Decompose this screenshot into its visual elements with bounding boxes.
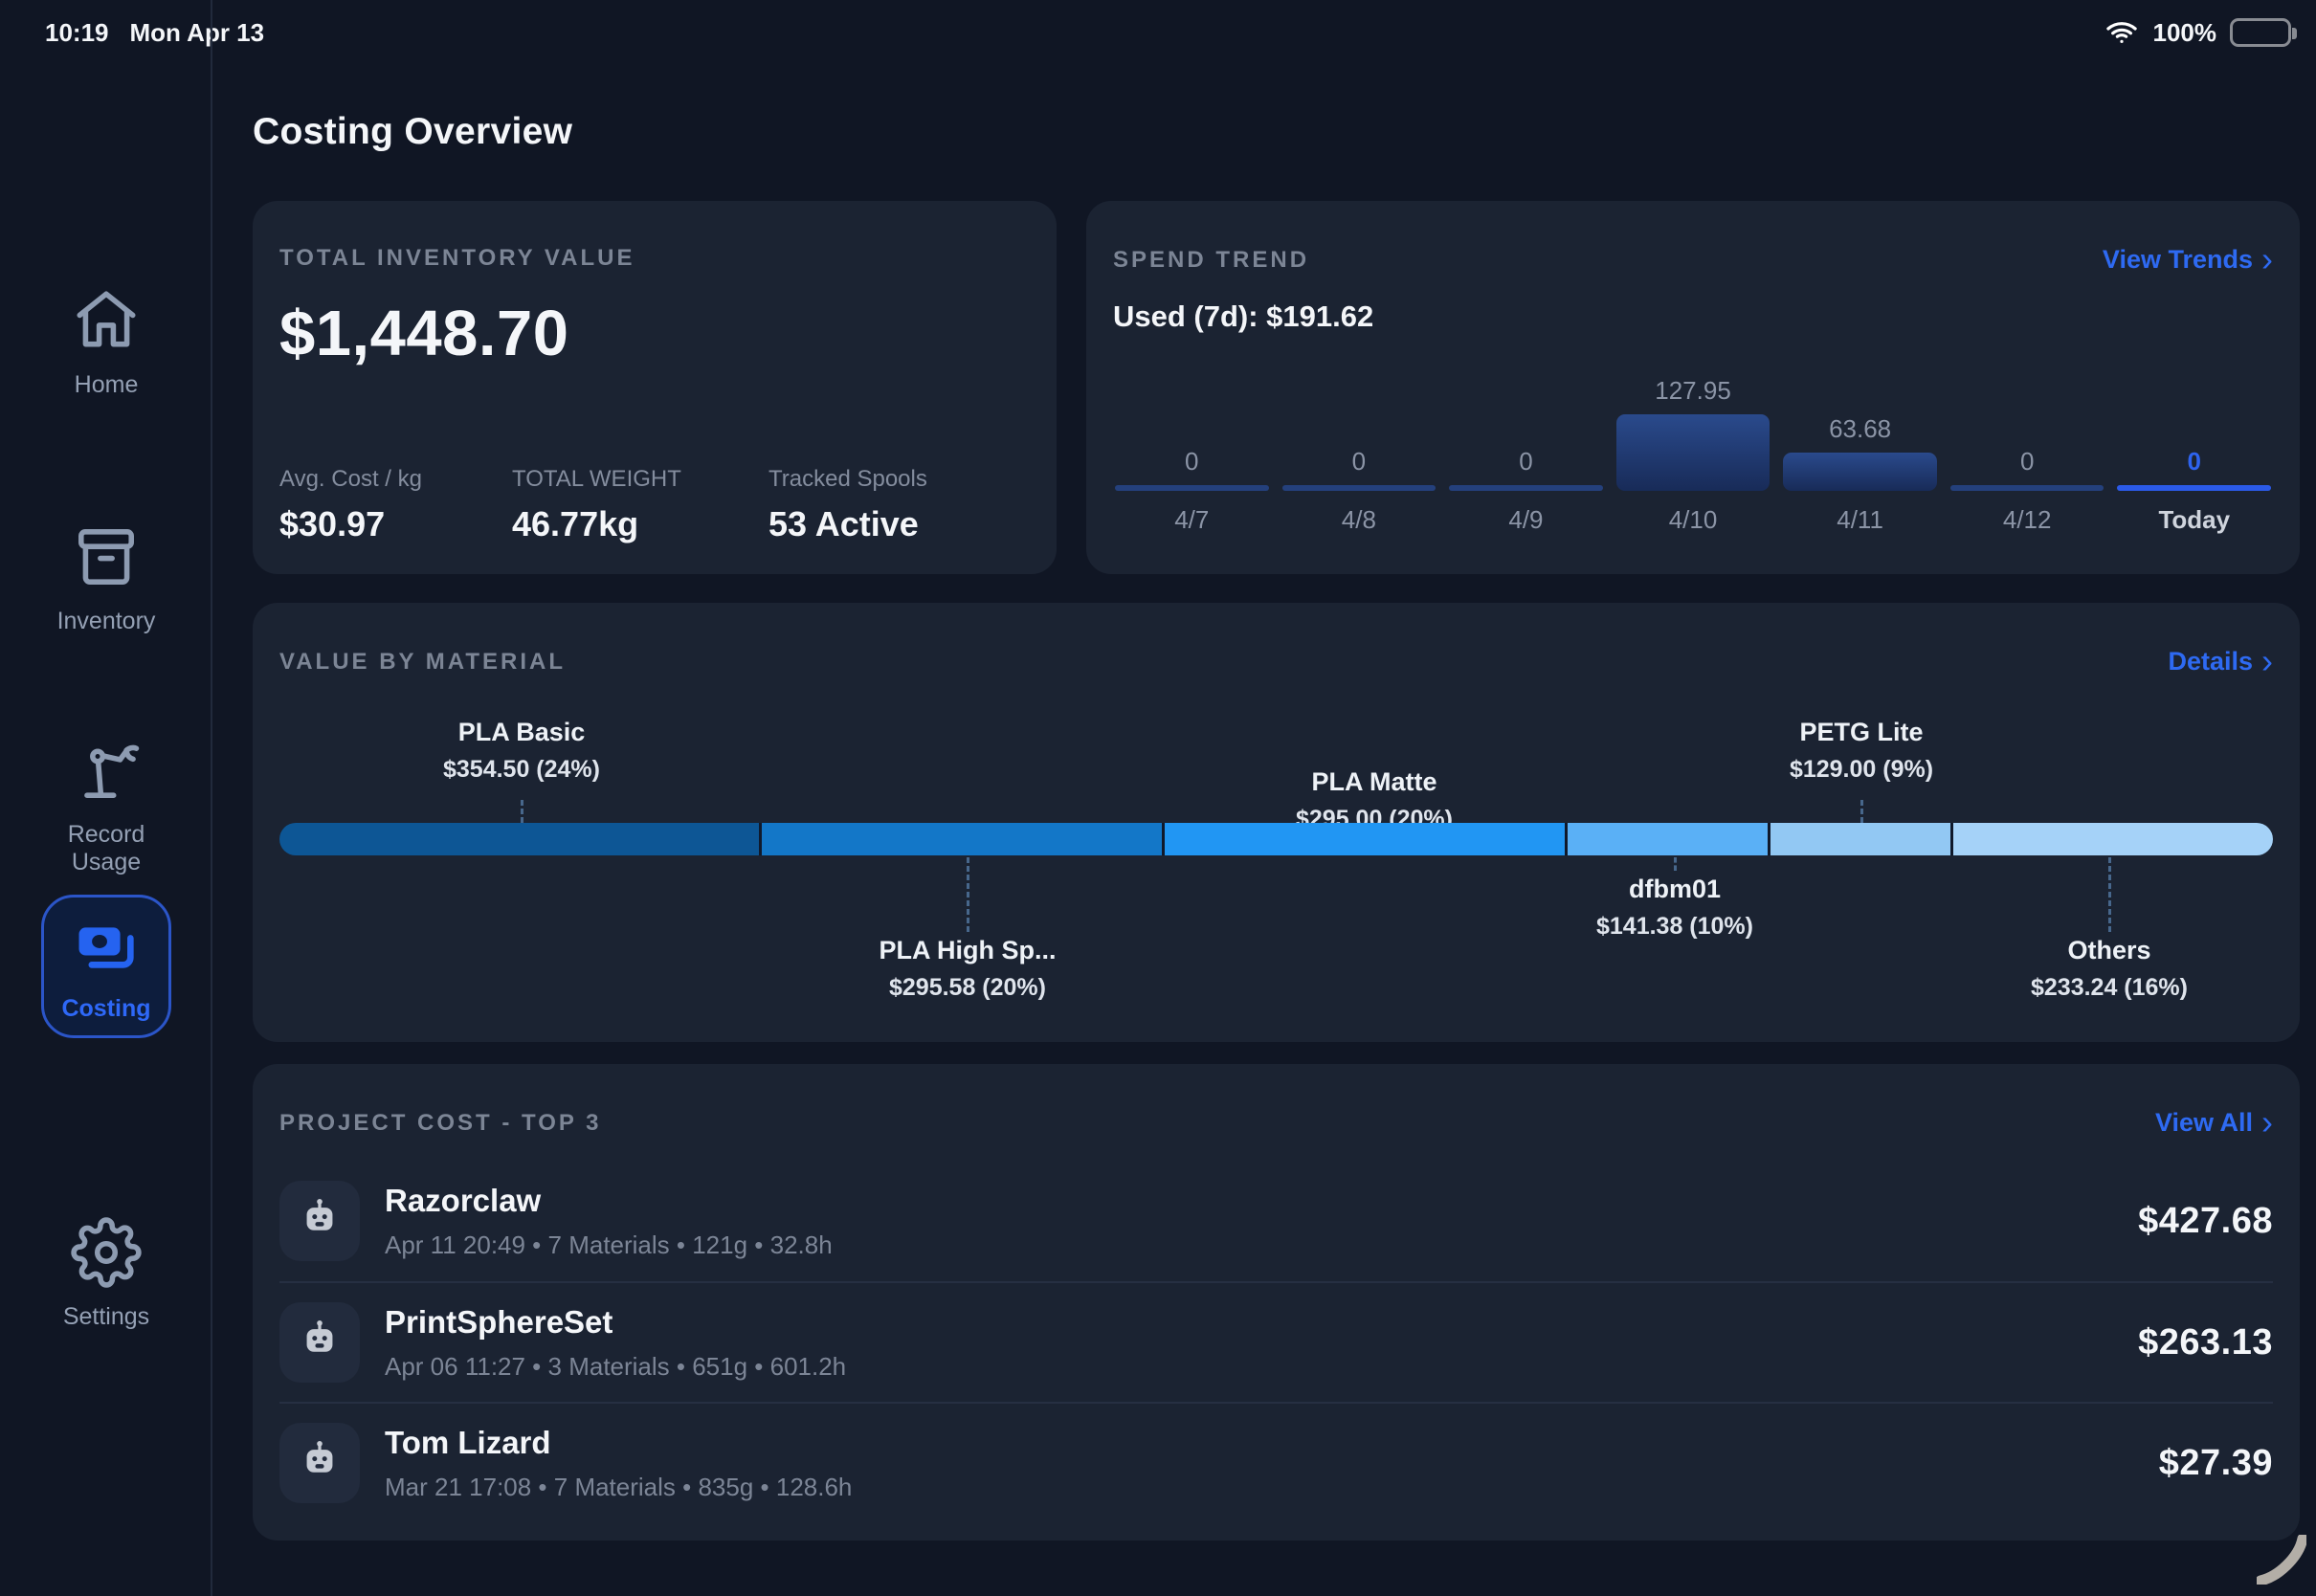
material-label-pla-basic: PLA Basic $354.50 (24%) xyxy=(340,718,703,784)
home-icon xyxy=(71,285,142,356)
gear-icon xyxy=(71,1217,142,1288)
project-amount: $263.13 xyxy=(2138,1322,2273,1363)
sidebar-item-label: Record Usage xyxy=(34,821,178,876)
spend-x-axis: 4/7 4/8 4/9 4/10 4/11 4/12 Today xyxy=(1115,505,2271,535)
sidebar-item-record-usage[interactable]: Record Usage xyxy=(0,735,212,876)
segment-pla-matte[interactable] xyxy=(1165,823,1568,855)
spend-bar-chart: 0 0 0 127.95 63.68 0 0 xyxy=(1115,344,2271,491)
view-all-link[interactable]: View All › xyxy=(2155,1108,2273,1138)
total-inventory-value-card: TOTAL INVENTORY VALUE $1,448.70 Avg. Cos… xyxy=(253,201,1057,574)
robot-icon xyxy=(279,1423,360,1503)
sidebar-item-costing-active[interactable]: Costing xyxy=(41,895,171,1038)
stat-label: TOTAL WEIGHT xyxy=(512,466,768,493)
stat-total-weight: TOTAL WEIGHT 46.77kg xyxy=(512,466,768,544)
stat-value: $30.97 xyxy=(279,504,512,544)
project-row-tom-lizard[interactable]: Tom Lizard Mar 21 17:08 • 7 Materials • … xyxy=(279,1402,2273,1522)
project-row-razorclaw[interactable]: Razorclaw Apr 11 20:49 • 7 Materials • 1… xyxy=(279,1161,2273,1281)
sidebar-item-label: Inventory xyxy=(57,608,156,635)
spend-bar-4-9[interactable]: 0 xyxy=(1449,447,1603,491)
sidebar: Home Inventory Record Usage xyxy=(0,0,212,1596)
value-by-material-card: VALUE BY MATERIAL Details › PLA Basic $3… xyxy=(253,603,2300,1042)
leader-line xyxy=(1674,857,1677,871)
project-meta: Apr 11 20:49 • 7 Materials • 121g • 32.8… xyxy=(385,1230,2138,1260)
robot-icon xyxy=(279,1181,360,1261)
battery-percent: 100% xyxy=(2153,18,2217,48)
chevron-right-icon: › xyxy=(2261,1109,2273,1137)
leader-line xyxy=(521,800,523,823)
material-label-dfbm01: dfbm01 $141.38 (10%) xyxy=(1493,875,1857,941)
x-tick: 4/11 xyxy=(1783,505,1937,535)
spend-bar-today[interactable]: 0 xyxy=(2117,447,2271,491)
project-name: Razorclaw xyxy=(385,1183,2138,1219)
spend-bar-4-8[interactable]: 0 xyxy=(1282,447,1436,491)
card-header: TOTAL INVENTORY VALUE xyxy=(279,245,1030,272)
segment-dfbm01[interactable] xyxy=(1568,823,1770,855)
x-tick: 4/12 xyxy=(1950,505,2104,535)
spend-bar-4-10[interactable]: 127.95 xyxy=(1616,376,1770,491)
project-name: Tom Lizard xyxy=(385,1425,2159,1461)
stat-value: 53 Active xyxy=(768,504,927,544)
chevron-right-icon: › xyxy=(2261,246,2273,274)
segment-petg-lite[interactable] xyxy=(1770,823,1953,855)
project-name: PrintSphereSet xyxy=(385,1304,2138,1341)
sidebar-item-label: Home xyxy=(75,371,139,399)
material-label-petg-lite: PETG Lite $129.00 (9%) xyxy=(1680,718,2043,784)
sidebar-item-home[interactable]: Home xyxy=(0,285,212,399)
spend-bar-4-11[interactable]: 63.68 xyxy=(1783,414,1937,491)
sidebar-item-settings[interactable]: Settings xyxy=(0,1217,212,1331)
used-7d-label: Used (7d): $191.62 xyxy=(1113,299,2273,334)
material-label-others: Others $233.24 (16%) xyxy=(1927,936,2291,1002)
spend-trend-card: SPEND TREND View Trends › Used (7d): $19… xyxy=(1086,201,2300,574)
stat-value: 46.77kg xyxy=(512,504,768,544)
inventory-box-icon xyxy=(71,521,142,592)
wifi-icon xyxy=(2104,17,2140,48)
project-cost-card: PROJECT COST - TOP 3 View All › Razorcla… xyxy=(253,1064,2300,1541)
corner-arc-decoration xyxy=(2257,1535,2306,1585)
card-header: SPEND TREND xyxy=(1113,247,1309,274)
project-row-printsphereset[interactable]: PrintSphereSet Apr 06 11:27 • 3 Material… xyxy=(279,1281,2273,1402)
x-tick: 4/9 xyxy=(1449,505,1603,535)
x-tick: 4/8 xyxy=(1282,505,1436,535)
page-title: Costing Overview xyxy=(253,111,572,153)
segment-pla-high-speed[interactable] xyxy=(762,823,1165,855)
stat-tracked-spools: Tracked Spools 53 Active xyxy=(768,466,927,544)
total-inventory-value: $1,448.70 xyxy=(279,297,1030,370)
view-trends-link[interactable]: View Trends › xyxy=(2103,245,2273,275)
project-meta: Apr 06 11:27 • 3 Materials • 651g • 601.… xyxy=(385,1352,2138,1382)
card-header: PROJECT COST - TOP 3 xyxy=(279,1110,602,1137)
leader-line xyxy=(1860,800,1863,823)
project-amount: $27.39 xyxy=(2159,1443,2273,1484)
robot-icon xyxy=(279,1302,360,1383)
stat-label: Avg. Cost / kg xyxy=(279,466,512,493)
spend-bar-4-12[interactable]: 0 xyxy=(1950,447,2104,491)
leader-line xyxy=(967,857,969,932)
details-link[interactable]: Details › xyxy=(2168,647,2273,676)
material-label-pla-high-speed: PLA High Sp... $295.58 (20%) xyxy=(786,936,1149,1002)
battery-icon xyxy=(2230,18,2291,47)
card-header: VALUE BY MATERIAL xyxy=(279,649,566,676)
x-tick: 4/7 xyxy=(1115,505,1269,535)
robot-arm-icon xyxy=(71,735,142,806)
chevron-right-icon: › xyxy=(2261,648,2273,676)
x-tick: 4/10 xyxy=(1616,505,1770,535)
sidebar-item-label: Settings xyxy=(63,1303,149,1331)
spend-bar-4-7[interactable]: 0 xyxy=(1115,447,1269,491)
segment-others[interactable] xyxy=(1953,823,2273,855)
stat-avg-cost: Avg. Cost / kg $30.97 xyxy=(279,466,512,544)
sidebar-item-inventory[interactable]: Inventory xyxy=(0,521,212,635)
status-bar: 10:19 Mon Apr 13 100% xyxy=(0,0,2316,59)
stat-label: Tracked Spools xyxy=(768,466,927,493)
project-meta: Mar 21 17:08 • 7 Materials • 835g • 128.… xyxy=(385,1473,2159,1502)
leader-line xyxy=(2108,857,2111,932)
segment-pla-basic[interactable] xyxy=(279,823,762,855)
sidebar-item-label: Costing xyxy=(61,995,150,1023)
project-amount: $427.68 xyxy=(2138,1201,2273,1242)
x-tick-today: Today xyxy=(2117,505,2271,535)
material-stacked-bar xyxy=(279,823,2273,855)
banknotes-icon xyxy=(70,911,143,984)
